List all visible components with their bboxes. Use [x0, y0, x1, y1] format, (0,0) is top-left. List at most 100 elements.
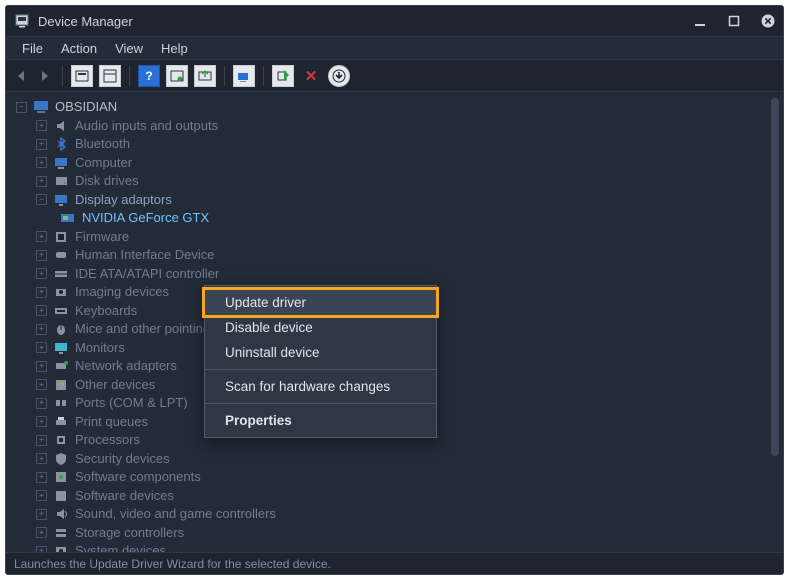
expander-icon[interactable]: + — [36, 342, 47, 353]
category-icon — [53, 526, 69, 540]
category-icon — [53, 322, 69, 336]
expander-icon[interactable]: + — [36, 527, 47, 538]
tree-category[interactable]: +System devices — [16, 542, 779, 552]
toolbar-help-button[interactable]: ? — [138, 65, 160, 87]
expander-icon[interactable]: + — [36, 379, 47, 390]
nav-back-button[interactable] — [12, 65, 30, 87]
tree-category[interactable]: +Security devices — [16, 450, 779, 469]
tree-category[interactable]: + IDE ATA/ATAPI controller — [16, 265, 779, 284]
expander-icon[interactable]: + — [36, 361, 47, 372]
expander-icon[interactable]: + — [36, 305, 47, 316]
menu-help[interactable]: Help — [153, 39, 196, 58]
ctx-disable-device[interactable]: Disable device — [205, 315, 436, 340]
expander-icon[interactable]: + — [36, 120, 47, 131]
expander-icon[interactable]: + — [36, 231, 47, 242]
tree-category-label: IDE ATA/ATAPI controller — [75, 265, 219, 284]
expander-icon[interactable]: − — [36, 194, 47, 205]
expander-icon[interactable]: − — [16, 102, 27, 113]
expander-icon[interactable]: + — [36, 157, 47, 168]
expander-icon[interactable]: + — [36, 287, 47, 298]
toolbar-separator — [62, 66, 63, 86]
category-icon — [53, 174, 69, 188]
tree-root-label: OBSIDIAN — [55, 98, 117, 117]
tree-category[interactable]: + Software devices — [16, 487, 779, 506]
category-icon — [53, 507, 69, 521]
toolbar-separator — [224, 66, 225, 86]
tree-category-label: Network adapters — [75, 357, 177, 376]
nav-forward-button[interactable] — [36, 65, 54, 87]
expander-icon[interactable]: + — [36, 398, 47, 409]
expander-icon[interactable]: + — [36, 139, 47, 150]
category-icon — [53, 452, 69, 466]
menu-action[interactable]: Action — [53, 39, 105, 58]
toolbar-update-button[interactable] — [194, 65, 216, 87]
toolbar-uninstall-button[interactable] — [328, 65, 350, 87]
tree-category-label: Software components — [75, 468, 201, 487]
computer-icon — [33, 100, 49, 114]
tree-category[interactable]: + Sound, video and game controllers — [16, 505, 779, 524]
toolbar-separator — [129, 66, 130, 86]
expander-icon[interactable]: + — [36, 435, 47, 446]
toolbar-scan-button[interactable] — [233, 65, 255, 87]
tree-category[interactable]: +Storage controllers — [16, 524, 779, 543]
tree-category[interactable]: −Display adaptors — [16, 191, 779, 210]
expander-icon[interactable]: + — [36, 416, 47, 427]
tree-category[interactable]: +Computer — [16, 154, 779, 173]
toolbar-refresh-button[interactable] — [166, 65, 188, 87]
category-icon — [53, 119, 69, 133]
tree-root[interactable]: − OBSIDIAN — [16, 98, 779, 117]
status-text: Launches the Update Driver Wizard for th… — [14, 557, 331, 571]
tree-device-selected[interactable]: NVIDIA GeForce GTX — [16, 209, 779, 228]
toolbar-properties-button[interactable] — [71, 65, 93, 87]
expander-icon[interactable]: + — [36, 490, 47, 501]
expander-icon[interactable]: + — [36, 250, 47, 261]
tree-category-label: Ports (COM & LPT) — [75, 394, 188, 413]
expander-icon[interactable]: + — [36, 453, 47, 464]
ctx-properties[interactable]: Properties — [205, 408, 436, 433]
tree-category-label: Software devices — [75, 487, 174, 506]
category-icon: ? — [53, 378, 69, 392]
titlebar[interactable]: Device Manager — [6, 6, 783, 36]
tree-category[interactable]: +Disk drives — [16, 172, 779, 191]
expander-icon[interactable]: + — [36, 546, 47, 552]
category-icon — [53, 267, 69, 281]
category-icon — [53, 415, 69, 429]
ctx-scan-hardware[interactable]: Scan for hardware changes — [205, 374, 436, 399]
toolbar-view-button[interactable] — [99, 65, 121, 87]
tree-category[interactable]: +Human Interface Device — [16, 246, 779, 265]
tree-category[interactable]: +Audio inputs and outputs — [16, 117, 779, 136]
expander-icon[interactable]: + — [36, 472, 47, 483]
toolbar-disable-button[interactable]: ✕ — [300, 65, 322, 87]
tree-category-label: Mice and other pointing — [75, 320, 210, 339]
tree-category-label: Print queues — [75, 413, 148, 432]
expander-icon[interactable]: + — [36, 268, 47, 279]
toolbar-enable-button[interactable] — [272, 65, 294, 87]
tree-category[interactable]: +Bluetooth — [16, 135, 779, 154]
ctx-update-driver[interactable]: Update driver — [205, 290, 436, 315]
ctx-uninstall-device[interactable]: Uninstall device — [205, 340, 436, 365]
category-icon — [53, 341, 69, 355]
menu-file[interactable]: File — [14, 39, 51, 58]
expander-icon[interactable]: + — [36, 509, 47, 520]
close-button[interactable] — [761, 14, 775, 28]
tree-category-label: Sound, video and game controllers — [75, 505, 276, 524]
statusbar: Launches the Update Driver Wizard for th… — [6, 552, 783, 574]
scrollbar-thumb[interactable] — [771, 98, 779, 456]
category-icon — [53, 193, 69, 207]
expander-icon[interactable]: + — [36, 176, 47, 187]
minimize-button[interactable] — [693, 14, 707, 28]
category-icon — [53, 433, 69, 447]
category-icon — [53, 544, 69, 552]
tree-category[interactable]: + Firmware — [16, 228, 779, 247]
category-icon — [53, 248, 69, 262]
category-icon — [53, 304, 69, 318]
tree-device-label: NVIDIA GeForce GTX — [82, 209, 209, 228]
tree-category[interactable]: + Software components — [16, 468, 779, 487]
category-icon — [53, 396, 69, 410]
tree-category-label: Monitors — [75, 339, 125, 358]
maximize-button[interactable] — [727, 14, 741, 28]
tree-category-label: Firmware — [75, 228, 129, 247]
menu-view[interactable]: View — [107, 39, 151, 58]
expander-icon[interactable]: + — [36, 324, 47, 335]
vertical-scrollbar[interactable] — [771, 98, 779, 546]
